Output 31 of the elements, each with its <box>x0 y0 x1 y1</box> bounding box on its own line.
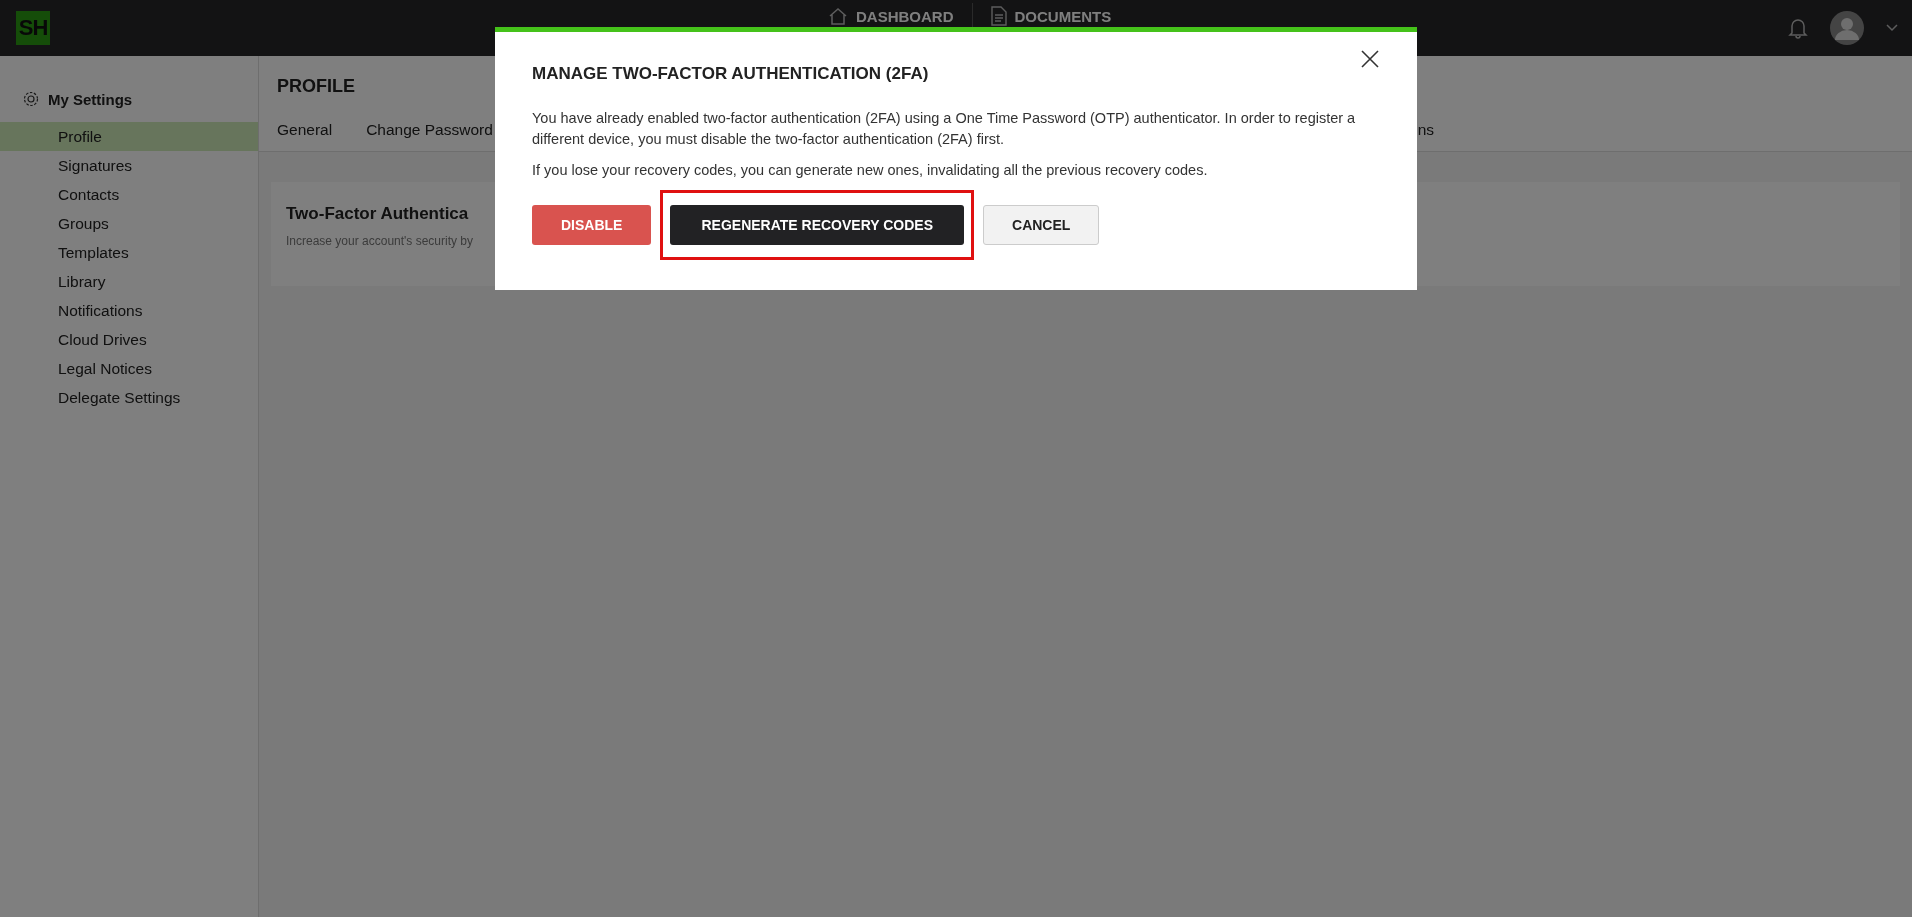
regenerate-button[interactable]: REGENERATE RECOVERY CODES <box>670 205 964 245</box>
sidebar-item[interactable]: Signatures <box>0 151 258 180</box>
sidebar-item[interactable]: Library <box>0 267 258 296</box>
bell-icon[interactable] <box>1788 17 1808 39</box>
tab[interactable]: General <box>277 121 333 151</box>
dialog-title: MANAGE TWO-FACTOR AUTHENTICATION (2FA) <box>532 64 929 84</box>
sidebar-item[interactable]: Templates <box>0 238 258 267</box>
chevron-down-icon[interactable] <box>1886 24 1898 32</box>
sidebar-title: My Settings <box>48 90 133 108</box>
card-title: Two-Factor Authentica <box>286 204 469 224</box>
nav-link[interactable]: DASHBOARD <box>810 3 972 29</box>
dialog-text: You have already enabled two-factor authentication (2FA) using a One Time Password (OTP) authenticator. In order to register a different device, you must disable the two-factor authentication (2FA) first. <box>532 109 1357 149</box>
sidebar-item[interactable]: Cloud Drives <box>0 325 258 354</box>
sidebar-item[interactable]: Contacts <box>0 180 258 209</box>
tab[interactable]: ns <box>1417 121 1434 151</box>
home-icon <box>828 7 848 25</box>
cancel-button[interactable]: CANCEL <box>983 205 1100 245</box>
settings-icon <box>22 90 40 108</box>
sidebar-item[interactable]: Groups <box>0 209 258 238</box>
sidebar-item[interactable]: Delegate Settings <box>0 383 258 412</box>
disable-button[interactable]: DISABLE <box>532 205 652 245</box>
sidebar-item[interactable]: Notifications <box>0 296 258 325</box>
tab[interactable]: Change Password <box>366 121 493 151</box>
avatar[interactable] <box>1830 11 1864 45</box>
close-icon[interactable] <box>1359 48 1381 70</box>
document-icon <box>990 6 1007 26</box>
page-title: PROFILE <box>277 76 356 97</box>
dialog-text: If you lose your recovery codes, you can generate new ones, invalidating all the previous recovery codes. <box>532 161 1209 180</box>
sidebar-item[interactable]: Legal Notices <box>0 354 258 383</box>
card-subtitle: Increase your account's security by <box>286 234 474 248</box>
sidebar-item[interactable]: Profile <box>0 122 258 151</box>
